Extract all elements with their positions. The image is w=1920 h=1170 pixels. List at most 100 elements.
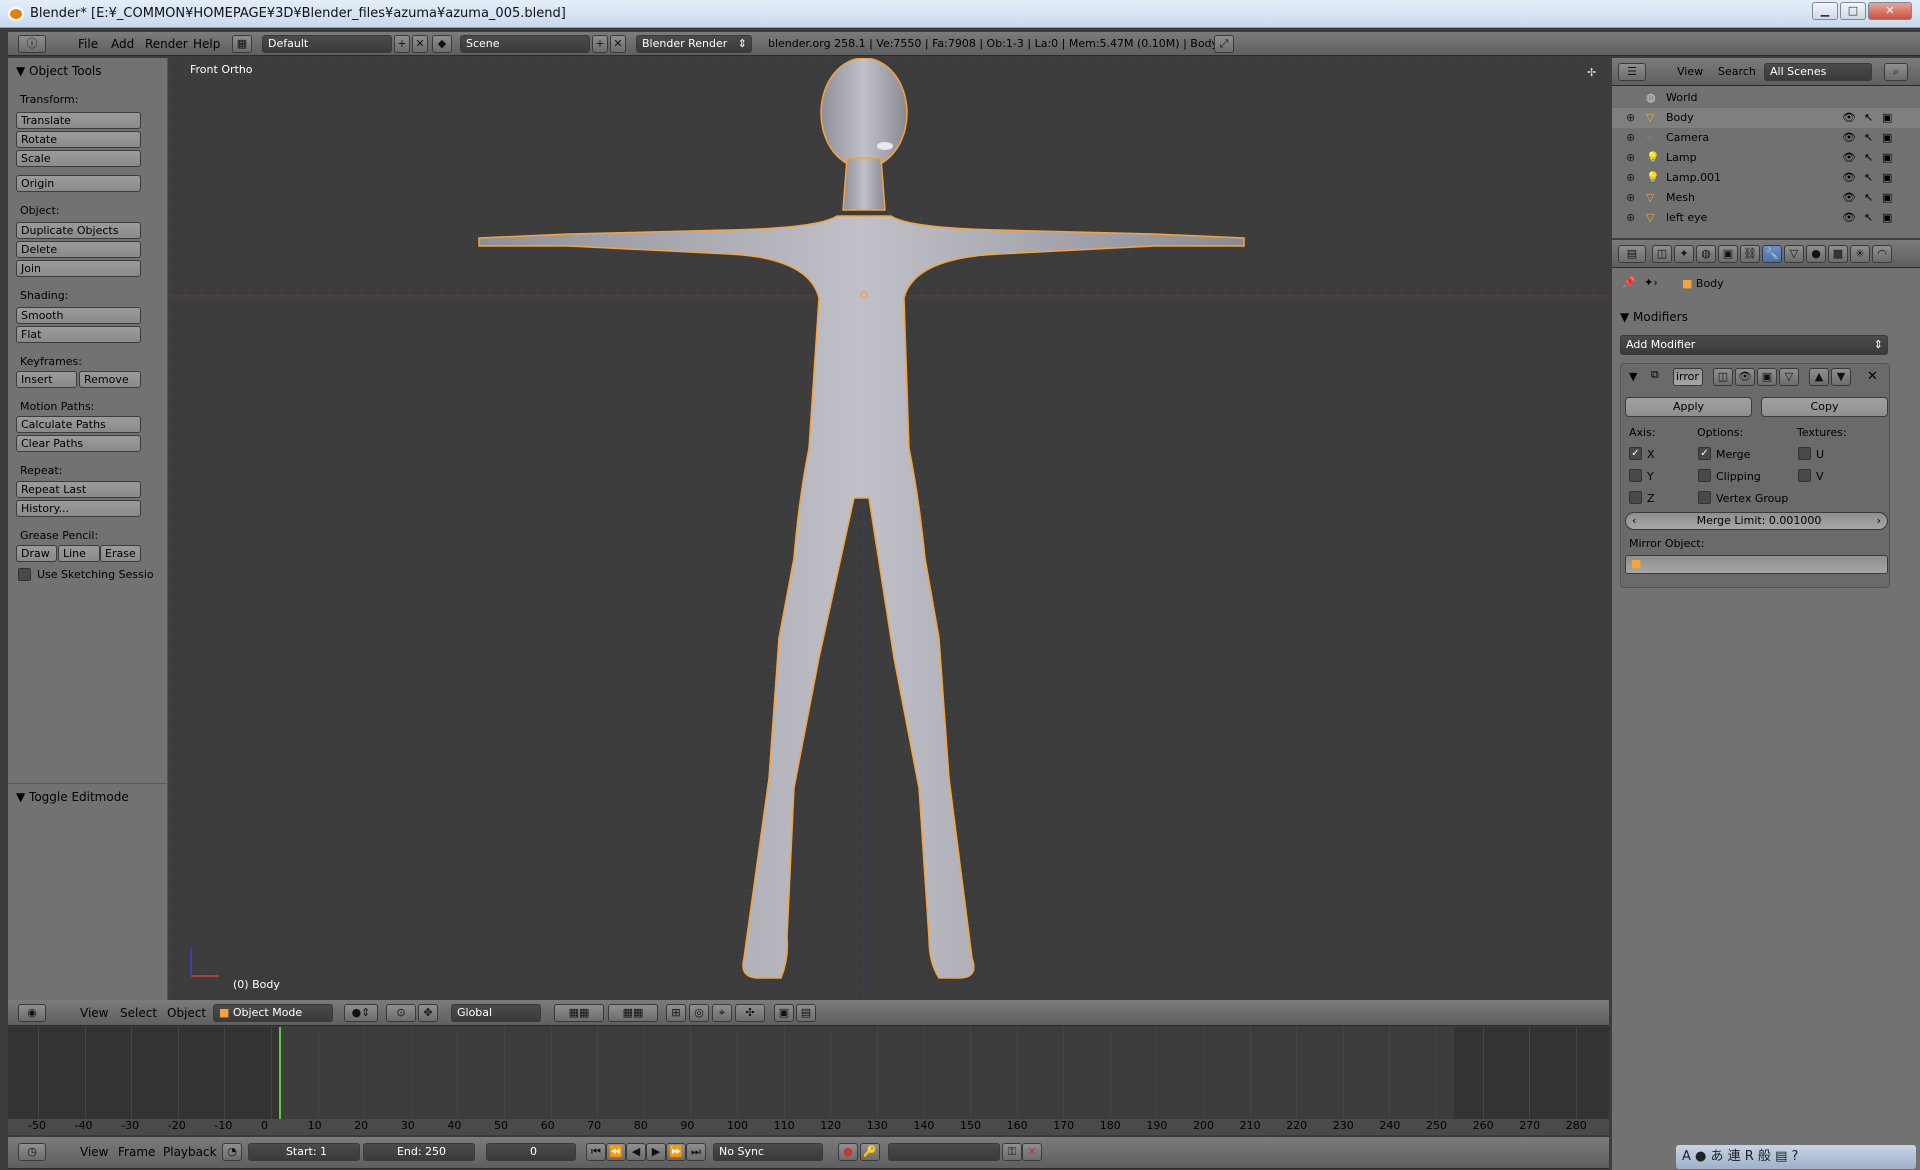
delete-button[interactable]: Delete (16, 241, 141, 258)
history-button[interactable]: History... (16, 500, 141, 517)
start-frame-field[interactable]: Start: 1 (248, 1143, 360, 1161)
grease-erase-button[interactable]: Erase (100, 545, 141, 562)
smooth-button[interactable]: Smooth (16, 307, 141, 324)
expand-toggle-icon[interactable]: ⊕ (1626, 128, 1635, 148)
visibility-eye-icon[interactable]: 👁 (1842, 128, 1856, 148)
editor-type-outliner-icon[interactable]: ☰ (1618, 63, 1646, 81)
tab-data-icon[interactable]: ▽ (1784, 245, 1804, 263)
snap-icon[interactable]: ⌖ (712, 1004, 732, 1022)
tab-particles-icon[interactable]: ✳ (1850, 245, 1870, 263)
renderable-camera-icon[interactable]: ▣ (1882, 188, 1892, 208)
modifier-name-field[interactable]: irror (1673, 368, 1703, 386)
move-up-icon[interactable]: ▲ (1809, 368, 1829, 386)
menu-help[interactable]: Help (193, 32, 220, 55)
grease-line-button[interactable]: Line (58, 545, 100, 562)
mode-select[interactable]: ■ Object Mode (213, 1004, 333, 1022)
ime-language-bar[interactable]: A ● あ 連 R 般 ▤ ? (1676, 1145, 1916, 1169)
merge-checkbox[interactable]: ✓ (1698, 447, 1711, 460)
visibility-eye-icon[interactable]: 👁 (1842, 108, 1856, 128)
texture-u-checkbox[interactable] (1798, 447, 1811, 460)
timeline-editor[interactable]: -50 -40 -30 -20 -10 0 10 20 30 40 50 60 70 80 90 100 110… (8, 1027, 1609, 1169)
outliner[interactable]: ☰ View Search All Scenes ⌕ ◍ World ⊕ ▽ Body 👁… (1612, 58, 1920, 238)
keying-set-icon[interactable]: 🔑 (860, 1143, 880, 1161)
viewport-shading-icon[interactable]: ●⇕ (344, 1004, 378, 1022)
layers-grid-2-icon[interactable]: ▦▦ (608, 1004, 658, 1022)
orientation-select[interactable]: Global (451, 1004, 541, 1022)
outliner-item[interactable]: ⊕ ▽ left eye 👁 ↖ ▣ (1612, 208, 1920, 228)
selectable-arrow-icon[interactable]: ↖ (1864, 208, 1873, 228)
translate-button[interactable]: Translate (16, 112, 141, 129)
tab-modifiers-icon[interactable]: 🔧 (1762, 245, 1782, 263)
search-icon[interactable]: ⌕ (1884, 63, 1908, 81)
menu-select[interactable]: Select (120, 1000, 157, 1025)
decrement-arrow-icon[interactable]: ‹ (1632, 513, 1636, 529)
tab-constraints-icon[interactable]: ⛓ (1740, 245, 1760, 263)
increment-arrow-icon[interactable]: › (1877, 513, 1881, 529)
visibility-eye-icon[interactable]: 👁 (1842, 148, 1856, 168)
tab-world-icon[interactable]: ◍ (1696, 245, 1716, 263)
layout-field[interactable]: Default (262, 35, 392, 53)
use-preview-range-icon[interactable]: ◔ (222, 1143, 242, 1161)
add-layout-icon[interactable]: + (394, 35, 410, 53)
layers-grid-1-icon[interactable]: ▦▦ (554, 1004, 604, 1022)
add-modifier-select[interactable]: Add Modifier ⇕ (1620, 335, 1888, 355)
sketching-checkbox[interactable] (18, 568, 31, 581)
editor-type-properties-icon[interactable]: ▤ (1618, 245, 1646, 263)
minimize-button[interactable]: ▁ (1812, 2, 1838, 20)
duplicate-objects-button[interactable]: Duplicate Objects (16, 222, 141, 239)
expand-toggle-icon[interactable]: ⊕ (1626, 148, 1635, 168)
menu-object[interactable]: Object (167, 1000, 206, 1025)
menu-outliner-view[interactable]: View (1677, 58, 1703, 85)
keying-set-field[interactable] (888, 1143, 1000, 1161)
tab-scene-icon[interactable]: ✦ (1674, 245, 1694, 263)
scale-button[interactable]: Scale (16, 150, 141, 167)
render-anim-icon[interactable]: ▤ (796, 1004, 816, 1022)
rotate-button[interactable]: Rotate (16, 131, 141, 148)
flat-button[interactable]: Flat (16, 326, 141, 343)
modifiers-panel-header[interactable]: ▼ Modifiers (1620, 310, 1688, 324)
menu-render[interactable]: Render (145, 32, 188, 55)
renderable-camera-icon[interactable]: ▣ (1882, 208, 1892, 228)
clipping-checkbox[interactable] (1698, 469, 1711, 482)
expand-toggle-icon[interactable]: ⊕ (1626, 188, 1635, 208)
expand-toggle-icon[interactable]: ⊕ (1626, 168, 1635, 188)
scene-icon[interactable]: ◆ (432, 35, 452, 53)
lock-layers-icon[interactable]: ⊞ (666, 1004, 686, 1022)
tab-texture-icon[interactable]: ▩ (1828, 245, 1848, 263)
manipulator-icon[interactable]: ✥ (418, 1004, 438, 1022)
outliner-item[interactable]: ⊕ 💡 Lamp 👁 ↖ ▣ (1612, 148, 1920, 168)
jump-start-icon[interactable]: ⏮ (586, 1143, 606, 1161)
menu-playback[interactable]: Playback (163, 1137, 217, 1168)
vertex-group-checkbox[interactable] (1698, 491, 1711, 504)
show-render-icon[interactable]: ◫ (1713, 368, 1733, 386)
render-opengl-icon[interactable]: ▣ (774, 1004, 794, 1022)
remove-layout-icon[interactable]: ✕ (412, 35, 428, 53)
collapse-modifier-icon[interactable]: ▼ (1629, 370, 1637, 383)
object-tools-panel-header[interactable]: ▼ Object Tools (16, 64, 102, 78)
remove-keyframe-button[interactable]: Remove (79, 371, 141, 388)
merge-limit-field[interactable]: ‹ Merge Limit: 0.001000 › (1625, 512, 1888, 530)
visibility-eye-icon[interactable]: 👁 (1842, 188, 1856, 208)
calculate-paths-button[interactable]: Calculate Paths (16, 416, 141, 433)
menu-outliner-search[interactable]: Search (1718, 58, 1756, 85)
insert-keyframe-button[interactable]: Insert (16, 371, 77, 388)
current-frame-field[interactable]: 0 (486, 1143, 576, 1161)
move-down-icon[interactable]: ▼ (1831, 368, 1851, 386)
remove-modifier-icon[interactable]: ✕ (1867, 369, 1878, 384)
menu-timeline-view[interactable]: View (80, 1137, 108, 1168)
menu-frame[interactable]: Frame (118, 1137, 155, 1168)
renderable-camera-icon[interactable]: ▣ (1882, 168, 1892, 188)
axis-z-checkbox[interactable] (1629, 491, 1642, 504)
remove-scene-icon[interactable]: ✕ (610, 35, 626, 53)
timeline-area[interactable] (8, 1027, 1609, 1127)
current-frame-marker[interactable] (279, 1027, 281, 1127)
editor-type-info-icon[interactable]: ⓘ (18, 35, 46, 53)
axis-x-checkbox[interactable]: ✓ (1629, 447, 1642, 460)
apply-button[interactable]: Apply (1625, 397, 1752, 417)
insert-keyframe-icon[interactable]: ⚿ (1002, 1143, 1022, 1161)
toggle-editmode-panel-header[interactable]: ▼ Toggle Editmode (16, 790, 129, 804)
show-cage-icon[interactable]: ▽ (1779, 368, 1799, 386)
texture-v-checkbox[interactable] (1798, 469, 1811, 482)
snap-element-icon[interactable]: ✣ (735, 1004, 765, 1022)
3d-viewport[interactable]: Front Ortho (0) Body ✢ (169, 58, 1609, 1000)
